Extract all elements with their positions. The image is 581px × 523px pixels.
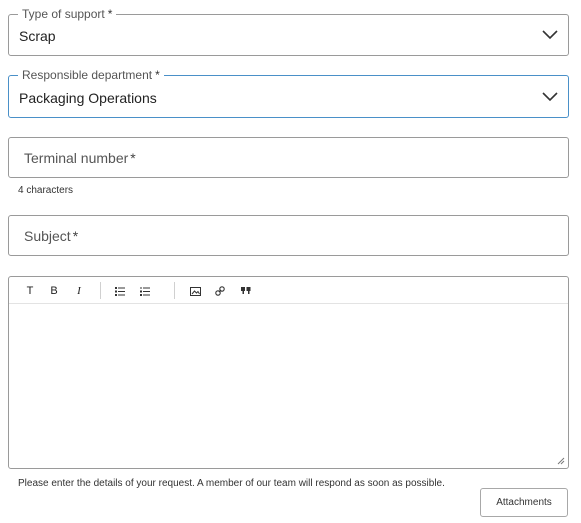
attachments-button[interactable]: Attachments: [480, 488, 568, 517]
support-type-label: Type of support *: [18, 7, 117, 21]
editor-text-area[interactable]: [9, 304, 568, 468]
department-select[interactable]: Responsible department * Packaging Operat…: [8, 68, 569, 118]
editor-help-text: Please enter the details of your request…: [18, 478, 445, 489]
italic-button[interactable]: I: [71, 283, 87, 299]
chevron-down-icon[interactable]: [542, 30, 558, 40]
terminal-number-placeholder: Terminal number *: [24, 150, 136, 166]
text-style-button[interactable]: T: [22, 283, 38, 299]
chevron-down-icon[interactable]: [542, 92, 558, 102]
support-type-value: Scrap: [19, 28, 56, 44]
bullet-list-icon[interactable]: [112, 283, 128, 299]
department-value: Packaging Operations: [19, 90, 157, 106]
toolbar-divider: [100, 282, 101, 299]
terminal-number-hint: 4 characters: [18, 185, 74, 196]
editor-toolbar: T B I: [9, 277, 568, 304]
terminal-number-input[interactable]: Terminal number *: [8, 137, 569, 178]
numbered-list-icon[interactable]: [137, 283, 153, 299]
image-icon[interactable]: [187, 283, 203, 299]
department-label: Responsible department *: [18, 68, 164, 82]
resize-handle-icon[interactable]: [557, 457, 565, 465]
support-type-select[interactable]: Type of support * Scrap: [8, 7, 569, 56]
bold-button[interactable]: B: [46, 283, 62, 299]
details-editor: T B I: [8, 276, 569, 469]
subject-input[interactable]: Subject *: [8, 215, 569, 256]
quote-icon[interactable]: [238, 283, 254, 299]
subject-placeholder: Subject *: [24, 228, 79, 244]
link-icon[interactable]: [212, 283, 228, 299]
toolbar-divider: [174, 282, 175, 299]
